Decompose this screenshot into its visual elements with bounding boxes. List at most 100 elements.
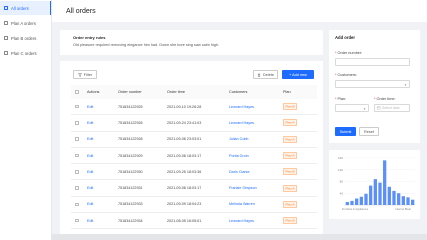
y-tick-label: 120: [338, 168, 343, 172]
customer-link[interactable]: Melinda Warren: [229, 202, 283, 206]
order-number-cell: 751834122928: [118, 137, 143, 142]
chart-bar: [378, 182, 382, 205]
delete-label: Delete: [263, 72, 274, 77]
sidebar-item-label: Plan B orders: [11, 35, 37, 41]
bottom-strip: [52, 234, 427, 240]
row-checkbox[interactable]: [75, 137, 79, 141]
edit-link[interactable]: Edit: [87, 186, 118, 190]
list-icon: [4, 51, 8, 55]
edit-link[interactable]: Edit: [87, 154, 118, 158]
trash-icon: [257, 72, 261, 77]
x-tick-label: Internet Bioal: [395, 207, 411, 211]
chart-bar: [401, 196, 405, 205]
chart-bar: [392, 190, 396, 205]
order-number-cell: 751834122930: [118, 169, 143, 174]
filter-button[interactable]: Filter: [73, 70, 97, 79]
chart-bar: [359, 196, 363, 205]
y-tick-label: 160: [338, 156, 343, 160]
bar-chart: 160 120 80 40 Furniture & Appliances Internet…: [338, 156, 415, 211]
row-checkbox[interactable]: [75, 186, 79, 190]
row-checkbox[interactable]: [75, 153, 79, 158]
list-icon: [4, 21, 8, 25]
customer-link[interactable]: Leonard Hayes: [229, 105, 283, 109]
plan-label: * Plan:: [335, 97, 347, 101]
order-time-placeholder: Select date: [382, 106, 400, 110]
submit-button[interactable]: Submit: [335, 127, 356, 136]
delete-button[interactable]: Delete: [253, 70, 278, 79]
sidebar-item-plan-c-orders[interactable]: Plan C orders: [0, 46, 51, 60]
order-number-cell: 751834122925: [118, 104, 143, 109]
row-checkbox[interactable]: [75, 104, 79, 109]
plan-tag: Plan B: [283, 168, 298, 176]
add-new-label: + Add new: [289, 72, 307, 77]
edit-link[interactable]: Edit: [87, 170, 118, 174]
order-number-cell: 751834122931: [118, 186, 143, 191]
row-checkbox[interactable]: [75, 170, 79, 174]
customer-link[interactable]: Leonard Hayes: [229, 219, 283, 223]
order-time-cell: 2021-09-10 19:26:28: [167, 104, 202, 109]
sidebar-item-all-orders[interactable]: All orders: [0, 1, 51, 15]
order-time-label: * Order time:: [374, 97, 396, 101]
order-number-cell: 751834122929: [118, 153, 143, 158]
row-checkbox[interactable]: [75, 218, 79, 223]
order-number-cell: 751834122926: [118, 120, 143, 125]
table-row: Edit 751834122933 2021-09-09 18:04:23 Me…: [71, 197, 317, 214]
chart-bar: [383, 160, 387, 205]
order-time-cell: 2021-09-08 18:03:17: [167, 186, 202, 191]
customer-link[interactable]: Leonard Hayes: [229, 121, 283, 125]
sidebar-item-plan-b-orders[interactable]: Plan B orders: [0, 31, 51, 45]
orders-table-panel: Filter Delete + Add new Actions Order nu…: [60, 61, 323, 240]
column-header-actions: Actions: [87, 90, 100, 94]
chart-bar: [350, 200, 354, 205]
select-all-checkbox[interactable]: [75, 90, 79, 94]
column-header-plan: Plan: [283, 90, 291, 94]
order-time-cell: 2021-09-08 18:03:17: [167, 153, 202, 158]
chart-bar: [387, 186, 391, 205]
add-order-panel: Add order * Order number: * Customers: ▼…: [329, 30, 420, 143]
rules-text: Old pleasure required removing elegance …: [73, 43, 220, 47]
filter-icon: [77, 72, 82, 77]
list-icon: [4, 6, 8, 10]
plan-tag: Plan A: [283, 184, 297, 192]
edit-link[interactable]: Edit: [87, 105, 118, 109]
row-checkbox[interactable]: [75, 121, 79, 125]
edit-link[interactable]: Edit: [87, 137, 118, 141]
order-time-field[interactable]: Select date: [374, 104, 410, 112]
row-checkbox[interactable]: [75, 202, 79, 207]
add-new-button[interactable]: + Add new: [282, 70, 314, 79]
sidebar-item-label: All orders: [11, 5, 29, 11]
sidebar: All orders Plan A orders Plan B orders P…: [0, 0, 52, 240]
table-row: Edit 751834122928 2021-09-08 23:03:01 Ju…: [71, 132, 317, 148]
order-number-cell: 751834122933: [118, 202, 143, 207]
table-row: Edit 751834122929 2021-09-08 18:03:17 Po…: [71, 148, 317, 165]
plan-tag: Plan A: [283, 119, 297, 127]
list-icon: [4, 36, 8, 40]
sidebar-item-plan-a-orders[interactable]: Plan A orders: [0, 16, 51, 30]
customer-link[interactable]: Darin Clarke: [229, 170, 283, 174]
reset-button[interactable]: Reset: [359, 127, 379, 136]
edit-link[interactable]: Edit: [87, 121, 118, 125]
order-number-label: * Order number:: [335, 51, 363, 55]
column-header-customers: Customers: [229, 90, 248, 94]
chart-bar: [355, 198, 359, 205]
reset-label: Reset: [364, 129, 374, 134]
chevron-down-icon: ▼: [363, 106, 366, 111]
plan-select[interactable]: ▼: [335, 104, 369, 112]
rules-heading: Order entry rules: [73, 35, 106, 40]
customer-link[interactable]: Julian Cobb: [229, 137, 283, 141]
order-number-field[interactable]: [335, 58, 410, 66]
y-tick-label: 80: [340, 180, 344, 184]
customer-link[interactable]: Frankie Simpson: [229, 186, 283, 190]
rules-panel: Order entry rules Old pleasure required …: [60, 30, 323, 55]
order-time-cell: 2021-09-09 18:04:23: [167, 202, 202, 207]
customers-select[interactable]: ▼: [335, 80, 410, 88]
edit-link[interactable]: Edit: [87, 202, 118, 206]
plan-tag: Plan B: [283, 103, 298, 111]
page-title: All orders: [66, 7, 96, 15]
table-header: Actions Order number Order time Customer…: [71, 85, 317, 99]
chart-bar: [406, 197, 410, 205]
customer-link[interactable]: Portia Groin: [229, 154, 283, 158]
x-tick-label: Furniture & Appliances: [342, 207, 369, 211]
table-row: Edit 751834122934 2021-08-05 16:05:01 Le…: [71, 213, 317, 230]
edit-link[interactable]: Edit: [87, 219, 118, 223]
